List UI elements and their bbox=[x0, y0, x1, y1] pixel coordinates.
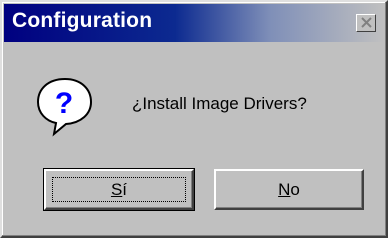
no-button-label: No bbox=[278, 179, 300, 199]
close-icon bbox=[361, 17, 372, 28]
window-title: Configuration bbox=[12, 9, 153, 32]
yes-button[interactable]: Sí bbox=[43, 168, 195, 211]
title-bar[interactable]: Configuration bbox=[4, 4, 384, 42]
dialog-message: ¿Install Image Drivers? bbox=[132, 94, 307, 113]
question-icon: ? bbox=[34, 75, 96, 142]
svg-text:?: ? bbox=[55, 87, 73, 120]
yes-button-label: Sí bbox=[110, 179, 128, 199]
close-button[interactable] bbox=[356, 14, 376, 32]
dialog-window: Configuration ? ¿Install Image Drivers? … bbox=[0, 0, 388, 238]
no-button[interactable]: No bbox=[214, 169, 364, 210]
